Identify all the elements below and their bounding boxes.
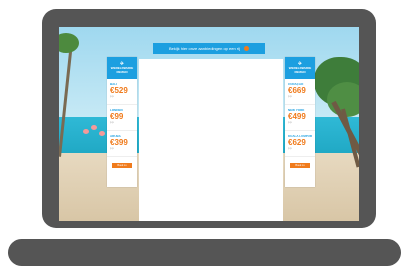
deal-price: €529 <box>110 86 128 95</box>
right-skyscraper-ad[interactable]: ✈ WERELDWIJDE REIZEN CURAÇAO €669 p.p. N… <box>285 57 315 187</box>
book-now-button[interactable]: Boek nu <box>112 163 132 168</box>
deal-sub: p.p. <box>110 121 115 124</box>
top-banner-ad[interactable]: Bekijk hier onze aanbiedingen op een rij <box>153 43 265 54</box>
laptop-base <box>8 239 401 266</box>
book-now-button[interactable]: Boek nu <box>290 163 310 168</box>
deal-price: €399 <box>110 138 128 147</box>
deal-sub: p.p. <box>288 95 293 98</box>
banner-arrow-icon[interactable] <box>244 46 250 52</box>
flamingo-icon <box>99 131 105 136</box>
flamingo-icon <box>91 125 97 130</box>
deal-item[interactable]: KUALA LUMPUR €629 p.p. <box>285 131 315 157</box>
banner-text: Bekijk hier onze aanbiedingen op een rij <box>168 46 240 51</box>
deal-price: €669 <box>288 86 306 95</box>
logo-line2: REIZEN <box>294 69 306 74</box>
deal-item[interactable]: LONDEN €99 p.p. <box>107 105 137 131</box>
deal-sub: p.p. <box>110 147 115 150</box>
deal-item[interactable]: BALI €529 p.p. <box>107 79 137 105</box>
deal-item[interactable]: CURAÇAO €669 p.p. <box>285 79 315 105</box>
ad-logo: ✈ WERELDWIJDE REIZEN <box>107 57 137 79</box>
deal-sub: p.p. <box>110 95 115 98</box>
deal-item[interactable]: NEW YORK €499 p.p. <box>285 105 315 131</box>
deal-item[interactable]: ARUBA €399 p.p. <box>107 131 137 157</box>
deal-price: €499 <box>288 112 306 121</box>
flamingo-icon <box>83 129 89 134</box>
ad-logo: ✈ WERELDWIJDE REIZEN <box>285 57 315 79</box>
left-skyscraper-ad[interactable]: ✈ WERELDWIJDE REIZEN BALI €529 p.p. LOND… <box>107 57 137 187</box>
deal-sub: p.p. <box>288 147 293 150</box>
deal-price: €99 <box>110 112 124 121</box>
logo-line2: REIZEN <box>116 69 128 74</box>
deal-price: €629 <box>288 138 306 147</box>
deal-sub: p.p. <box>288 121 293 124</box>
page-content-area <box>139 59 283 221</box>
browser-screen: Bekijk hier onze aanbiedingen op een rij… <box>59 27 359 221</box>
